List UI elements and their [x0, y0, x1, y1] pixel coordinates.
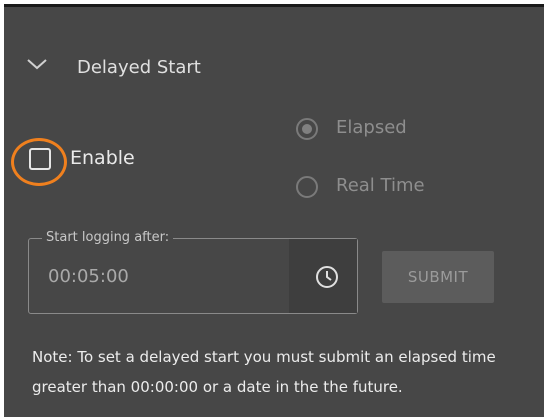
- radio-real-time-label: Real Time: [336, 175, 425, 196]
- submit-button[interactable]: SUBMIT: [382, 251, 494, 303]
- delayed-start-panel: Delayed Start Elapsed Real Time Enable S…: [4, 4, 544, 417]
- radio-selected-dot: [302, 124, 312, 134]
- field-legend: Start logging after:: [42, 230, 174, 245]
- enable-checkbox[interactable]: [29, 148, 51, 170]
- enable-label: Enable: [70, 147, 135, 169]
- radio-real-time[interactable]: [296, 176, 318, 198]
- start-time-input[interactable]: [48, 266, 278, 287]
- top-border: [4, 4, 544, 7]
- chevron-down-icon[interactable]: [26, 56, 48, 72]
- note-text: Note: To set a delayed start you must su…: [32, 348, 496, 396]
- section-title[interactable]: Delayed Start: [77, 57, 201, 78]
- clock-icon[interactable]: [315, 265, 339, 289]
- radio-elapsed[interactable]: [296, 118, 318, 140]
- radio-elapsed-label: Elapsed: [336, 117, 407, 138]
